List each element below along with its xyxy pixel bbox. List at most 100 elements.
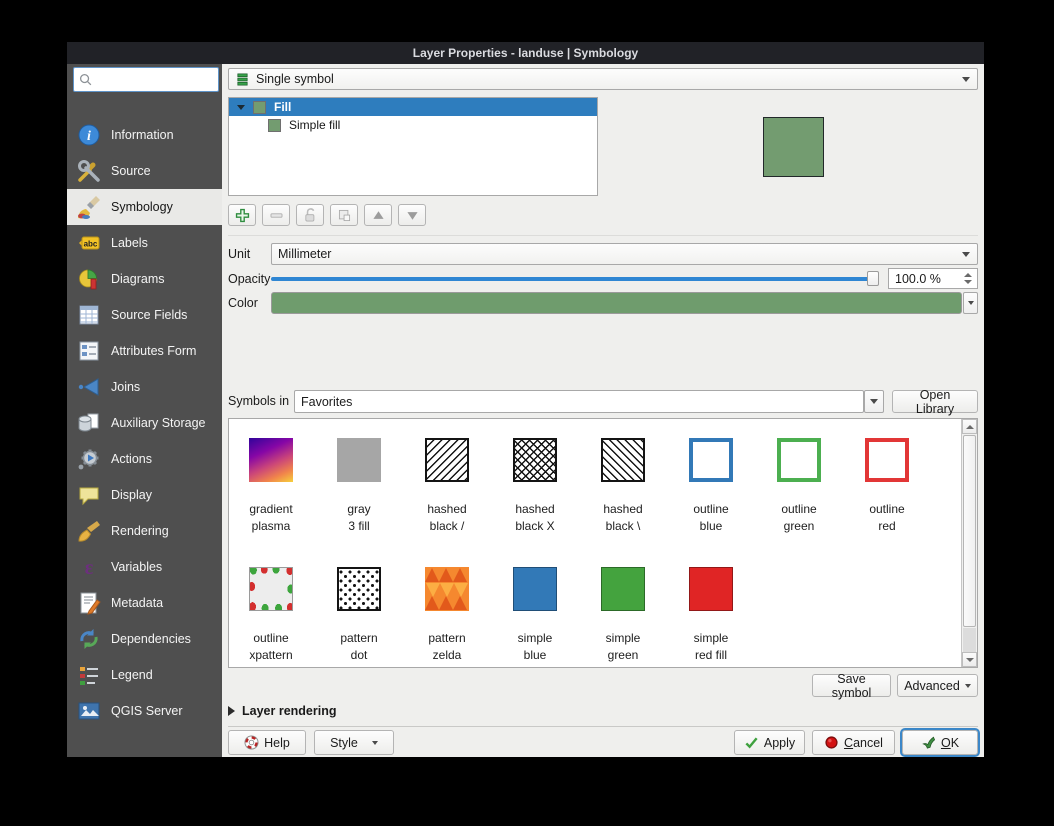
ok-label: OK	[941, 736, 959, 750]
opacity-slider[interactable]	[271, 268, 879, 289]
color-dropdown-button[interactable]	[963, 292, 978, 314]
symbol-item-simple-blue-fill[interactable]: simplebluefill	[491, 549, 579, 668]
tree-row-fill[interactable]: Fill	[229, 98, 597, 116]
chevron-down-icon	[372, 741, 378, 745]
symbol-preview-outline-blue	[689, 438, 733, 482]
section-separator	[228, 235, 978, 236]
chevron-down-icon	[962, 252, 970, 257]
style-button[interactable]: Style	[314, 730, 394, 755]
sidebar-item-symbology[interactable]: Symbology	[67, 189, 222, 225]
sidebar-item-information[interactable]: iInformation	[67, 117, 222, 153]
apply-button[interactable]: Apply	[734, 730, 805, 755]
cancel-circle-icon	[824, 735, 839, 750]
sidebar-item-dependencies[interactable]: Dependencies	[67, 621, 222, 657]
symbol-label: simplegreenfill	[579, 630, 667, 668]
symbol-item-outline-xpattern[interactable]: outlinexpattern	[228, 549, 315, 668]
symbol-preview-outline-xpattern	[249, 567, 293, 611]
help-button[interactable]: Help	[228, 730, 306, 755]
sidebar-item-source[interactable]: Source	[67, 153, 222, 189]
triangle-down-icon	[404, 207, 421, 224]
sidebar-search[interactable]	[73, 67, 219, 92]
scrollbar-thumb[interactable]	[963, 435, 976, 627]
tree-child-label: Simple fill	[289, 118, 340, 132]
tree-row-simple-fill[interactable]: Simple fill	[229, 116, 597, 134]
symbol-item-gradient-plasma[interactable]: gradientplasma	[228, 420, 315, 549]
variables-icon: ε	[77, 555, 101, 579]
symbol-layer-tree: Fill Simple fill	[228, 97, 598, 196]
cancel-button[interactable]: Cancel	[812, 730, 895, 755]
scroll-down-icon	[966, 658, 974, 662]
symbol-item-pattern-dot-black[interactable]: patterndotblack	[315, 549, 403, 668]
symbol-item-pattern-zelda[interactable]: patternzelda	[403, 549, 491, 668]
symbol-label: hashedblack /	[403, 501, 491, 535]
spin-up-icon[interactable]	[964, 273, 972, 277]
svg-text:abc: abc	[84, 240, 98, 249]
symbol-preview-pattern-zelda	[425, 567, 469, 611]
sidebar-item-actions[interactable]: Actions	[67, 441, 222, 477]
symbol-type-combo[interactable]: Single symbol	[228, 68, 978, 90]
sidebar-item-joins[interactable]: Joins	[67, 369, 222, 405]
ok-button[interactable]: OK	[902, 730, 978, 755]
vertical-scrollbar[interactable]	[961, 419, 977, 667]
duplicate-symbol-layer-button[interactable]	[330, 204, 358, 226]
expand-arrow-icon[interactable]	[237, 105, 245, 110]
color-button[interactable]	[271, 292, 962, 314]
scroll-up-button[interactable]	[962, 419, 977, 434]
sidebar-item-labels[interactable]: abcLabels	[67, 225, 222, 261]
sidebar-item-legend[interactable]: Legend	[67, 657, 222, 693]
simple-fill-swatch	[268, 119, 281, 132]
sidebar-item-label: Rendering	[111, 524, 169, 538]
sidebar-item-source-fields[interactable]: Source Fields	[67, 297, 222, 333]
spin-down-icon[interactable]	[964, 280, 972, 284]
remove-symbol-layer-button[interactable]	[262, 204, 290, 226]
sidebar-item-attributes-form[interactable]: Attributes Form	[67, 333, 222, 369]
sidebar-item-metadata[interactable]: Metadata	[67, 585, 222, 621]
sidebar-item-label: Legend	[111, 668, 153, 682]
symbol-item-hashed-black-x[interactable]: hashedblack X	[491, 420, 579, 549]
symbol-preview-outline-red	[865, 438, 909, 482]
layer-rendering-group[interactable]: Layer rendering	[228, 704, 336, 718]
symbol-label: patternzelda	[403, 630, 491, 664]
sidebar-item-diagrams[interactable]: Diagrams	[67, 261, 222, 297]
search-input[interactable]	[93, 72, 218, 88]
sidebar-item-variables[interactable]: εVariables	[67, 549, 222, 585]
single-symbol-icon	[235, 72, 250, 87]
symbol-item-gray-3-fill[interactable]: gray3 fill	[315, 420, 403, 549]
dependencies-icon	[77, 627, 101, 651]
chevron-down-icon	[870, 399, 878, 404]
apply-label: Apply	[764, 736, 795, 750]
symbol-item-simple-green-fill[interactable]: simplegreenfill	[579, 549, 667, 668]
chevron-down-icon	[962, 77, 970, 82]
symbol-group-combo[interactable]: Favorites	[294, 390, 864, 413]
symbol-item-outline-blue[interactable]: outlineblue	[667, 420, 755, 549]
chevron-down-icon	[968, 301, 974, 305]
symbol-item-hashed-black[interactable]: hashedblack \	[579, 420, 667, 549]
lock-colors-button[interactable]	[296, 204, 324, 226]
move-layer-down-button[interactable]	[398, 204, 426, 226]
add-symbol-layer-button[interactable]	[228, 204, 256, 226]
scroll-down-button[interactable]	[962, 652, 977, 667]
footer-separator	[228, 726, 978, 727]
sidebar-item-rendering[interactable]: Rendering	[67, 513, 222, 549]
advanced-button[interactable]: Advanced	[897, 674, 978, 697]
move-layer-up-button[interactable]	[364, 204, 392, 226]
sidebar-item-auxiliary-storage[interactable]: Auxiliary Storage	[67, 405, 222, 441]
save-symbol-label: Save symbol	[819, 672, 884, 700]
symbol-label: hashedblack \	[579, 501, 667, 535]
sidebar-item-qgis-server[interactable]: QGIS Server	[67, 693, 222, 729]
symbol-group-dropdown-button[interactable]	[864, 390, 884, 413]
save-symbol-button[interactable]: Save symbol	[812, 674, 891, 697]
symbol-item-outline-green[interactable]: outlinegreen	[755, 420, 843, 549]
sidebar-item-label: Metadata	[111, 596, 163, 610]
opacity-spinbox[interactable]: 100.0 %	[888, 268, 978, 289]
symbol-item-simple-red-fill[interactable]: simplered fill	[667, 549, 755, 668]
labels-icon: abc	[77, 231, 101, 255]
qgis-server-icon	[77, 699, 101, 723]
info-icon: i	[77, 123, 101, 147]
unit-combo[interactable]: Millimeter	[271, 243, 978, 265]
sidebar-item-display[interactable]: Display	[67, 477, 222, 513]
symbol-item-outline-red[interactable]: outlinered	[843, 420, 931, 549]
symbol-item-hashed-black[interactable]: hashedblack /	[403, 420, 491, 549]
slider-handle[interactable]	[867, 271, 879, 286]
open-library-button[interactable]: Open Library	[892, 390, 978, 413]
